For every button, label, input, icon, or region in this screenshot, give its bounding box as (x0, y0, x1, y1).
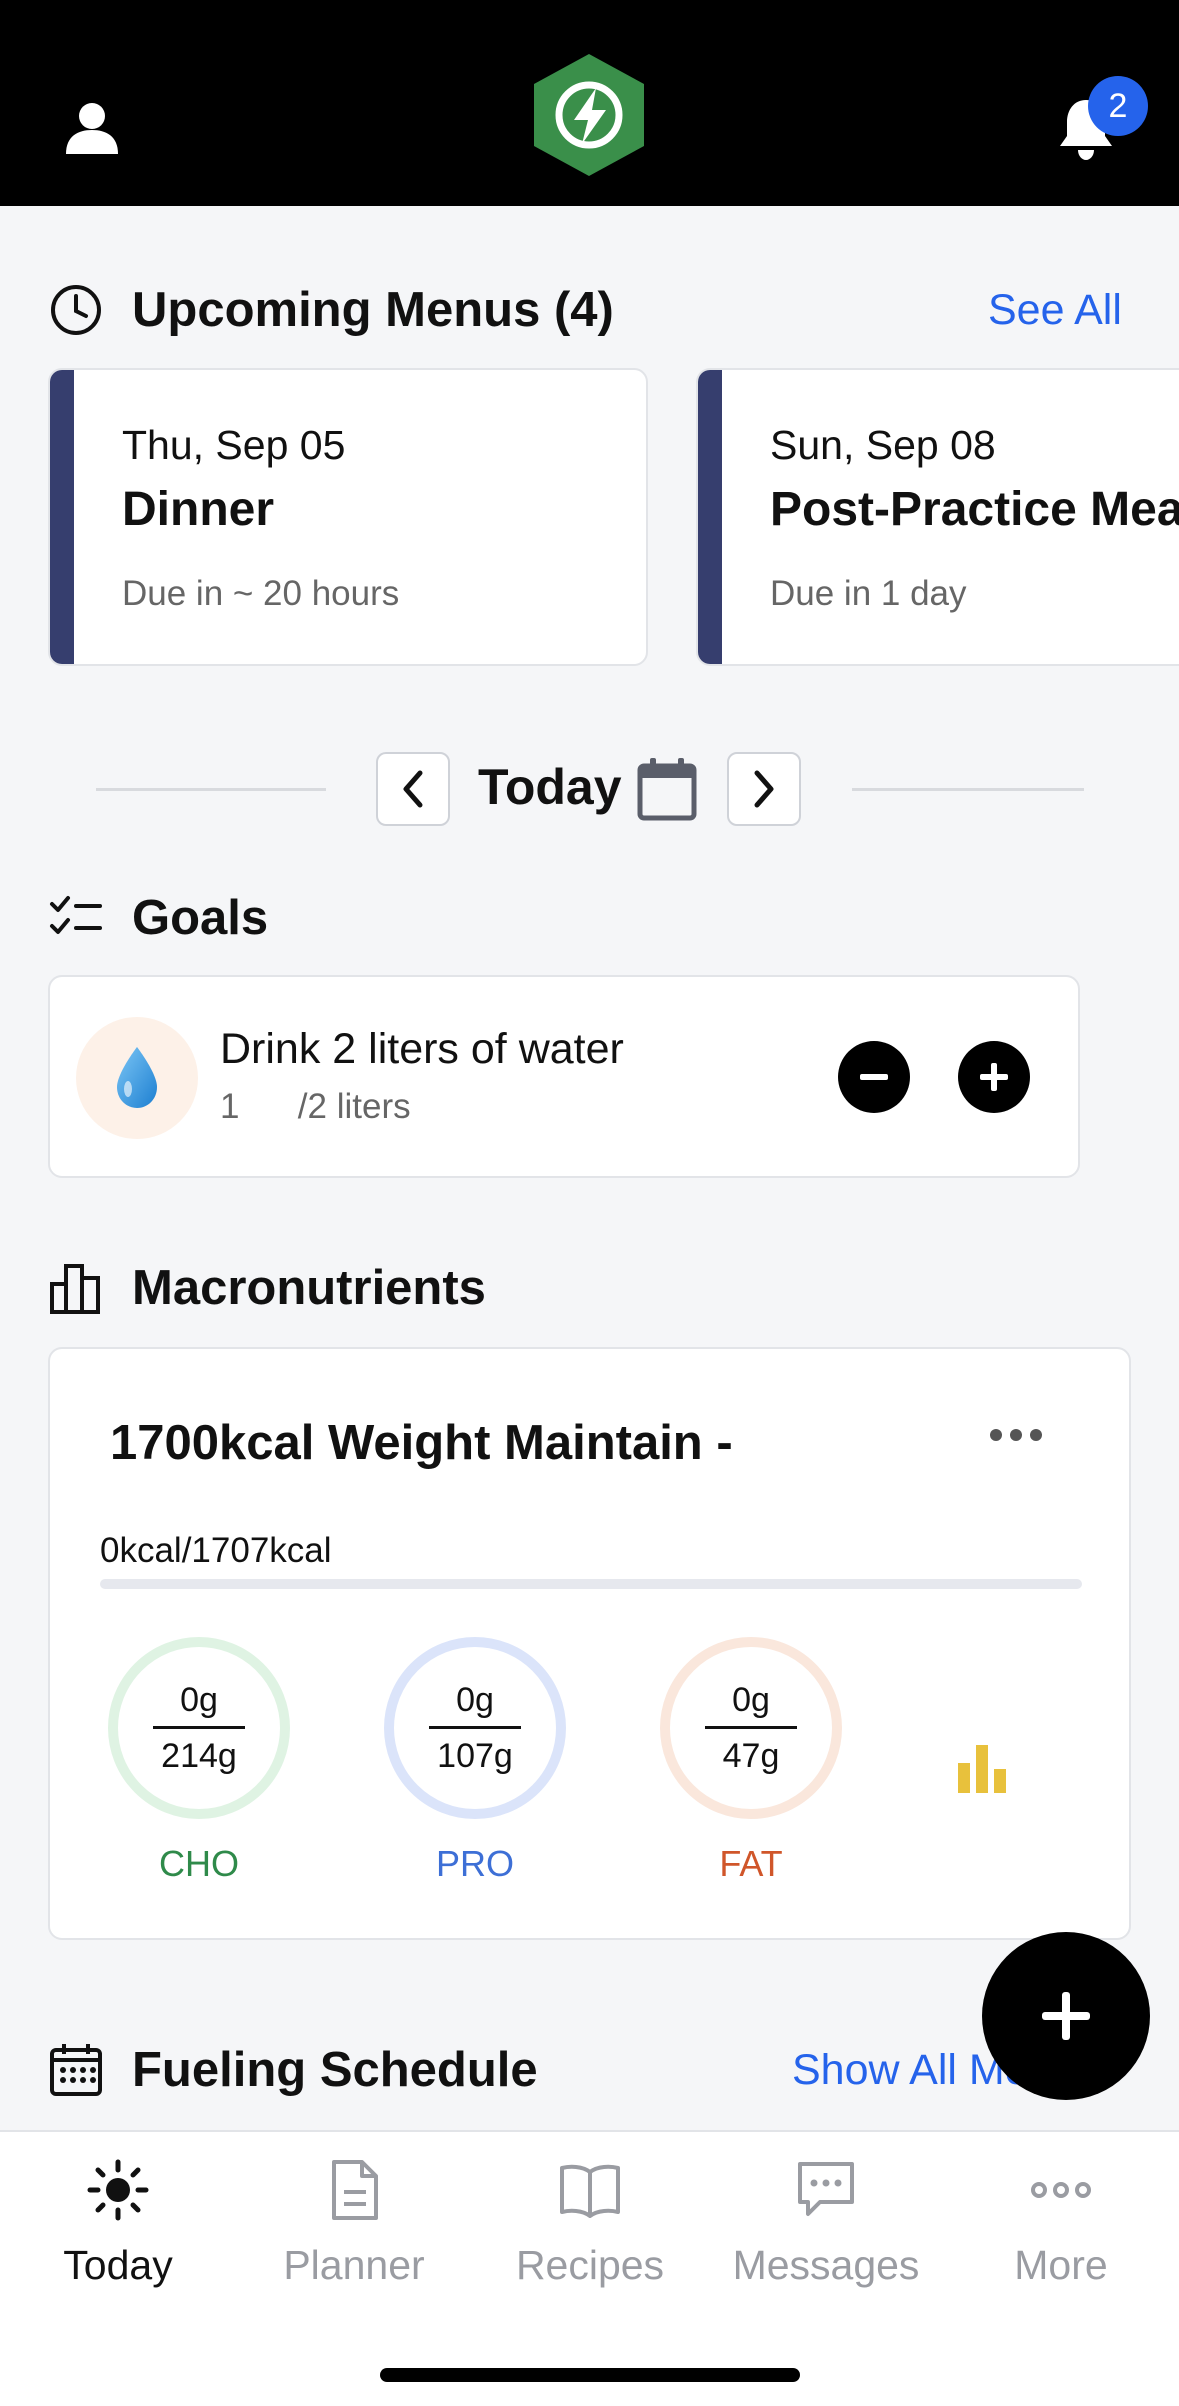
more-icon (1031, 2182, 1091, 2198)
divider (852, 788, 1084, 791)
ring-total: 214g (161, 1736, 237, 1775)
fueling-title: Fueling Schedule (132, 2043, 538, 2097)
tab-label: Planner (283, 2242, 425, 2288)
prev-day-button[interactable] (376, 752, 450, 826)
upcoming-menus-title: Upcoming Menus (4) (132, 283, 614, 337)
cho-ring[interactable]: 0g 214g (108, 1637, 290, 1819)
plus-icon (1042, 1992, 1090, 2040)
increment-button[interactable] (958, 1041, 1030, 1113)
goal-card: Drink 2 liters of water 1 /2 liters (48, 975, 1080, 1178)
see-all-link[interactable]: See All (988, 286, 1122, 335)
fat-label: FAT (719, 1843, 783, 1884)
decrement-button[interactable] (838, 1041, 910, 1113)
more-options-icon[interactable] (986, 1423, 1046, 1447)
tab-label: Today (63, 2242, 173, 2288)
tab-more[interactable]: More (943, 2158, 1179, 2289)
clock-icon (51, 285, 101, 335)
date-label: Today (478, 759, 622, 815)
menu-due: Due in ~ 20 hours (122, 574, 400, 613)
tab-recipes[interactable]: Recipes (472, 2158, 708, 2289)
kcal-progress-bar (100, 1579, 1082, 1589)
menu-date: Sun, Sep 08 (770, 422, 996, 468)
pro-ring[interactable]: 0g 107g (384, 1637, 566, 1819)
menu-meal: Dinner (122, 483, 275, 536)
user-icon[interactable] (62, 98, 122, 158)
bar-chart-outline-icon (50, 1264, 100, 1314)
document-icon (332, 2160, 378, 2220)
next-day-button[interactable] (727, 752, 801, 826)
menu-meal: Post-Practice Meal (770, 483, 1179, 536)
tab-label: More (1014, 2242, 1108, 2288)
card-accent (50, 370, 74, 664)
fat-ring[interactable]: 0g 47g (660, 1637, 842, 1819)
menu-card[interactable]: Sun, Sep 08 Post-Practice Meal Due in 1 … (696, 368, 1179, 666)
tab-messages[interactable]: Messages (708, 2158, 944, 2289)
tab-today[interactable]: Today (0, 2158, 236, 2289)
upcoming-menus-header: Upcoming Menus (4) (48, 282, 614, 338)
tab-label: Recipes (515, 2242, 665, 2288)
goals-header: Goals (48, 890, 268, 946)
fueling-header: Fueling Schedule (48, 2042, 538, 2098)
minus-icon (860, 1074, 888, 1080)
ring-total: 107g (437, 1736, 513, 1775)
tab-label: Messages (732, 2242, 920, 2288)
add-button[interactable] (982, 1932, 1150, 2100)
chevron-left-icon (403, 770, 423, 808)
pro-label: PRO (435, 1843, 514, 1884)
ring-current: 0g (153, 1681, 245, 1729)
sun-icon (87, 2159, 149, 2221)
top-bar: 2 (0, 0, 1179, 206)
app-logo (534, 54, 644, 176)
chat-icon (798, 2162, 854, 2216)
menu-due: Due in 1 day (770, 574, 967, 613)
book-icon (560, 2164, 620, 2218)
bottom-tab-bar: Today Planner Recipes Messages More (0, 2130, 1179, 2406)
ring-total: 47g (722, 1736, 780, 1775)
tab-planner[interactable]: Planner (236, 2158, 472, 2289)
kcal-summary: 0kcal/1707kcal (100, 1531, 332, 1570)
goal-progress: 1 /2 liters (220, 1087, 411, 1126)
ring-current: 0g (429, 1681, 521, 1729)
menu-card[interactable]: Thu, Sep 05 Dinner Due in ~ 20 hours (48, 368, 648, 666)
card-accent (698, 370, 722, 664)
notification-badge: 2 (1088, 76, 1148, 136)
menu-date: Thu, Sep 05 (122, 422, 346, 468)
calendar-grid-icon (50, 2044, 102, 2096)
macros-header: Macronutrients (48, 1260, 486, 1316)
bar-chart-icon[interactable] (956, 1743, 1010, 1793)
macros-card: 1700kcal Weight Maintain - 0kcal/1707kca… (48, 1347, 1131, 1940)
goal-title: Drink 2 liters of water (220, 1025, 624, 1073)
water-drop-icon (117, 1047, 157, 1108)
calendar-icon[interactable] (636, 756, 698, 822)
plus-icon (980, 1063, 1008, 1091)
divider (96, 788, 326, 791)
checklist-icon (50, 896, 102, 934)
home-indicator (380, 2368, 800, 2382)
ring-current: 0g (705, 1681, 797, 1729)
chevron-right-icon (754, 770, 774, 808)
cho-label: CHO (159, 1843, 239, 1884)
goals-title: Goals (132, 891, 269, 945)
goal-icon-wrap (76, 1017, 198, 1139)
plan-name: 1700kcal Weight Maintain - (110, 1416, 733, 1470)
macros-title: Macronutrients (132, 1261, 486, 1315)
